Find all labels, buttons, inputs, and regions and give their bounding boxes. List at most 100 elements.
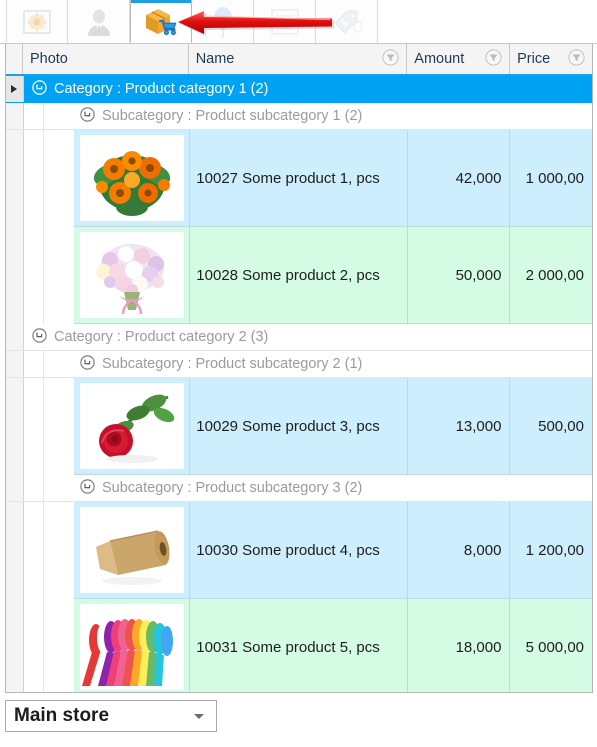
column-header-photo[interactable]: Photo [22, 44, 189, 74]
cell-amount: 50,000 [408, 227, 511, 324]
cell-price: 2 000,00 [510, 227, 592, 324]
group-indent-spacer-2 [44, 378, 74, 475]
row-indicator-cell [6, 130, 24, 227]
group-indent-spacer-2 [44, 227, 74, 324]
grid-body: Category : Product category 1 (2) Subcat… [6, 76, 592, 692]
column-header-amount-label: Amount [414, 51, 465, 67]
group-indent-spacer-2 [44, 130, 74, 227]
collapse-circle-icon[interactable] [32, 79, 47, 99]
group-row-content: Category : Product category 1 (2) [24, 76, 592, 102]
group-row-category-2[interactable]: Category : Product category 2 (3) [6, 324, 592, 351]
column-header-photo-label: Photo [29, 51, 68, 67]
cell-name: 10029 Some product 3, pcs [190, 378, 409, 475]
cell-photo [74, 378, 191, 475]
group-indent-spacer [24, 475, 44, 501]
table-row[interactable]: 10029 Some product 3, pcs 13,000 500,00 [6, 378, 592, 475]
group-row-label: Subcategory : Product subcategory 1 (2) [102, 108, 363, 124]
cell-amount: 8,000 [408, 502, 511, 599]
chevron-down-icon[interactable] [194, 713, 204, 719]
orange-bouquet-photo [79, 135, 184, 221]
table-row[interactable]: 10030 Some product 4, pcs 8,000 1 200,00 [6, 502, 592, 599]
row-indicator-cell [6, 475, 24, 501]
group-row-content: Category : Product category 2 (3) [24, 324, 592, 350]
row-indicator-cell [6, 324, 24, 350]
group-row-category-1[interactable]: Category : Product category 1 (2) [6, 76, 592, 103]
cell-photo [74, 502, 191, 599]
group-indent-spacer [24, 130, 44, 227]
cell-price: 1 000,00 [510, 130, 592, 227]
colored-ribbons-photo [79, 604, 184, 690]
kraft-paper-roll-photo [79, 507, 184, 593]
group-row-subcategory-2[interactable]: Subcategory : Product subcategory 2 (1) [6, 351, 592, 378]
column-header-name-label: Name [195, 51, 235, 67]
tab-products[interactable] [130, 0, 192, 43]
cell-amount: 18,000 [408, 599, 511, 692]
red-rose-photo [79, 383, 184, 469]
cell-price: 1 200,00 [510, 502, 592, 599]
group-indent-spacer [24, 103, 44, 129]
collapse-circle-icon[interactable] [32, 327, 47, 347]
group-indent-spacer [24, 378, 44, 475]
cell-amount: 42,000 [408, 130, 511, 227]
group-row-label: Subcategory : Product subcategory 2 (1) [102, 356, 363, 372]
filter-funnel-icon[interactable] [568, 48, 585, 70]
data-grid: Photo Name Amount Price Category: Produ… [5, 44, 593, 693]
tab-document[interactable] [254, 0, 316, 43]
group-indent-spacer [24, 599, 44, 692]
group-row-label: Subcategory : Product subcategory 3 (2) [102, 480, 363, 496]
table-row[interactable]: 10028 Some product 2, pcs 50,000 2 000,0… [6, 227, 592, 324]
cell-photo [74, 227, 191, 324]
column-header-name[interactable]: Name [188, 44, 408, 74]
cell-photo [74, 130, 191, 227]
column-header-price-label: Price [517, 51, 551, 67]
footer-bar: Main store [5, 700, 593, 742]
column-header-amount[interactable]: Amount [407, 44, 511, 74]
group-row-subcategory-1[interactable]: Subcategory : Product subcategory 1 (2) [6, 103, 592, 130]
group-row-subcategory-3[interactable]: Subcategory : Product subcategory 3 (2) [6, 475, 592, 502]
tab-person[interactable] [68, 0, 130, 43]
group-indent-spacer-2 [44, 502, 74, 599]
cell-price: 5 000,00 [510, 599, 592, 692]
tab-strip [0, 0, 597, 44]
balloon-icon [208, 6, 238, 38]
filter-funnel-icon[interactable] [485, 48, 502, 70]
group-indent-spacer-2 [44, 599, 74, 692]
column-header-price[interactable]: Price [510, 44, 592, 74]
group-row-label: Category : Product category 2 (3) [54, 329, 269, 345]
row-indicator-cell [6, 502, 24, 599]
cell-name: 10027 Some product 1, pcs [190, 130, 409, 227]
store-select-value: Main store [14, 705, 110, 726]
product-cart-icon [143, 5, 179, 37]
group-indent-spacer [24, 502, 44, 599]
store-select[interactable]: Main store [5, 700, 217, 732]
header-indicator-cell [6, 44, 23, 74]
person-icon [84, 7, 114, 37]
cell-name: 10030 Some product 4, pcs [190, 502, 409, 599]
cell-name: 10031 Some product 5, pcs [190, 599, 409, 692]
current-row-marker-icon [11, 85, 17, 93]
group-indent-spacer [24, 227, 44, 324]
picture-icon [22, 8, 52, 36]
price-tag-icon [331, 7, 363, 37]
group-row-content: Subcategory : Product subcategory 1 (2) [44, 103, 592, 129]
tab-balloon[interactable] [192, 0, 254, 43]
collapse-circle-icon[interactable] [80, 354, 95, 374]
tab-picture[interactable] [6, 0, 68, 43]
row-indicator-cell [6, 103, 24, 129]
row-indicator-cell [6, 227, 24, 324]
group-indent-spacer [24, 351, 44, 377]
row-indicator-cell [6, 599, 24, 692]
pink-bouquet-photo [79, 232, 184, 318]
group-row-content: Subcategory : Product subcategory 3 (2) [44, 475, 592, 501]
row-indicator-cell [6, 378, 24, 475]
grid-header-row: Photo Name Amount Price [6, 44, 592, 76]
collapse-circle-icon[interactable] [80, 478, 95, 498]
cell-name: 10028 Some product 2, pcs [190, 227, 409, 324]
group-row-content: Subcategory : Product subcategory 2 (1) [44, 351, 592, 377]
table-row[interactable]: 10031 Some product 5, pcs 18,000 5 000,0… [6, 599, 592, 692]
collapse-circle-icon[interactable] [80, 106, 95, 126]
table-row[interactable]: 10027 Some product 1, pcs 42,000 1 000,0… [6, 130, 592, 227]
cell-amount: 13,000 [408, 378, 511, 475]
filter-funnel-icon[interactable] [382, 48, 399, 70]
tab-price-tag[interactable] [316, 0, 378, 43]
